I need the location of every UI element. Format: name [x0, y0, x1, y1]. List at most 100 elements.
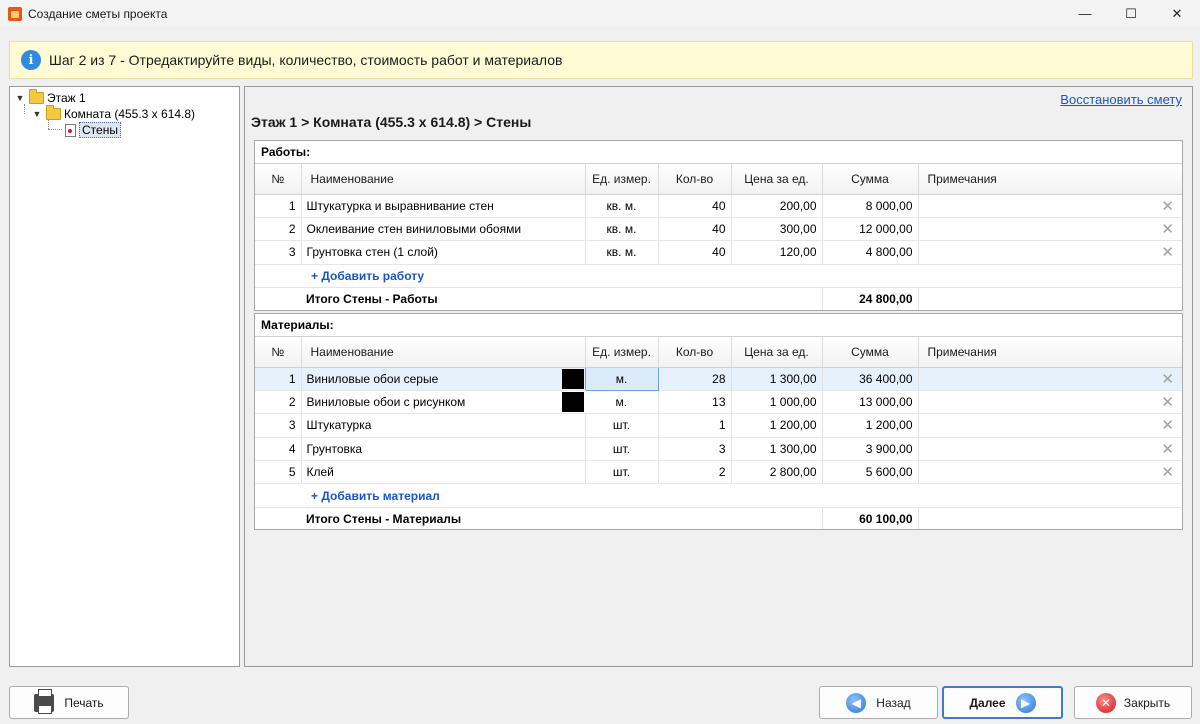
- close-button[interactable]: ✕ Закрыть: [1074, 686, 1192, 719]
- spacer-cell: [255, 288, 301, 310]
- cell-unit[interactable]: кв. м.: [585, 194, 659, 218]
- cell-qty[interactable]: 40: [658, 217, 732, 242]
- cell-unit[interactable]: шт.: [585, 437, 659, 462]
- cell-qty[interactable]: 40: [658, 194, 732, 218]
- table-header: № Наименование Ед. измер. Кол-во Цена за…: [255, 337, 1182, 368]
- cell-price[interactable]: 120,00: [731, 240, 823, 265]
- cell-unit[interactable]: кв. м.: [585, 240, 659, 265]
- next-label: Далее: [969, 695, 1006, 710]
- title-bar: Создание сметы проекта — ☐ ✕: [0, 0, 1200, 27]
- delete-row-icon[interactable]: ✕: [918, 217, 1182, 242]
- table-row[interactable]: 1 Штукатурка и выравнивание стен кв. м. …: [255, 194, 1182, 218]
- delete-row-icon[interactable]: ✕: [918, 460, 1182, 485]
- cell-no: 4: [255, 437, 302, 462]
- table-row[interactable]: 2 Оклеивание стен виниловыми обоями кв. …: [255, 217, 1182, 242]
- col-header-unit[interactable]: Ед. измер.: [585, 337, 659, 368]
- cell-price[interactable]: 300,00: [731, 217, 823, 242]
- works-section: Работы: № Наименование Ед. измер. Кол-во…: [254, 140, 1183, 311]
- col-header-qty[interactable]: Кол-во: [658, 337, 732, 368]
- delete-row-icon[interactable]: ✕: [918, 390, 1182, 415]
- cell-name[interactable]: Оклеивание стен виниловыми обоями: [301, 217, 586, 242]
- delete-row-icon[interactable]: ✕: [918, 194, 1182, 218]
- cell-price[interactable]: 1 300,00: [731, 367, 823, 391]
- cell-price[interactable]: 1 200,00: [731, 413, 823, 438]
- cell-name[interactable]: Клей: [301, 460, 586, 485]
- cell-name[interactable]: Виниловые обои серые: [301, 367, 557, 391]
- cell-unit[interactable]: шт.: [585, 460, 659, 485]
- cell-name[interactable]: Грунтовка стен (1 слой): [301, 240, 586, 265]
- table-row[interactable]: 2 Виниловые обои с рисунком м. 13 1 000,…: [255, 390, 1182, 415]
- cell-qty[interactable]: 13: [658, 390, 732, 415]
- col-header-qty[interactable]: Кол-во: [658, 164, 732, 195]
- close-icon: ✕: [1095, 692, 1116, 713]
- collapse-icon[interactable]: ▼: [15, 93, 25, 103]
- col-header-name[interactable]: Наименование: [301, 337, 586, 368]
- delete-row-icon[interactable]: ✕: [918, 367, 1182, 391]
- cell-sum: 36 400,00: [822, 367, 919, 391]
- spacer-cell: [255, 507, 301, 529]
- col-header-price[interactable]: Цена за ед.: [731, 164, 823, 195]
- document-icon: [65, 123, 76, 137]
- collapse-icon[interactable]: ▼: [32, 109, 42, 119]
- breadcrumb: Этаж 1 > Комната (455.3 x 614.8) > Стены: [251, 114, 532, 130]
- cell-price[interactable]: 2 800,00: [731, 460, 823, 485]
- col-header-notes[interactable]: Примечания: [918, 337, 1182, 368]
- minimize-button[interactable]: —: [1062, 0, 1108, 27]
- cell-qty[interactable]: 3: [658, 437, 732, 462]
- col-header-notes[interactable]: Примечания: [918, 164, 1182, 195]
- cell-sum: 5 600,00: [822, 460, 919, 485]
- table-row[interactable]: 5 Клей шт. 2 2 800,00 5 600,00 ✕: [255, 460, 1182, 485]
- cell-price[interactable]: 200,00: [731, 194, 823, 218]
- cell-price[interactable]: 1 000,00: [731, 390, 823, 415]
- cell-sum: 3 900,00: [822, 437, 919, 462]
- print-button[interactable]: Печать: [9, 686, 129, 719]
- cell-name[interactable]: Грунтовка: [301, 437, 586, 462]
- cell-name[interactable]: Виниловые обои с рисунком: [301, 390, 557, 415]
- maximize-button[interactable]: ☐: [1108, 0, 1154, 27]
- col-header-no[interactable]: №: [255, 337, 302, 368]
- restore-estimate-link[interactable]: Восстановить смету: [1060, 92, 1182, 107]
- add-material-link[interactable]: + Добавить материал: [306, 489, 440, 503]
- cell-qty[interactable]: 28: [658, 367, 732, 391]
- col-header-unit[interactable]: Ед. измер.: [585, 164, 659, 195]
- table-row[interactable]: 3 Грунтовка стен (1 слой) кв. м. 40 120,…: [255, 240, 1182, 265]
- cell-no: 3: [255, 240, 302, 265]
- info-icon: i: [21, 50, 41, 70]
- back-button[interactable]: ◀ Назад: [819, 686, 938, 719]
- tree-item-floor[interactable]: ▼ Этаж 1: [15, 89, 86, 106]
- col-header-name[interactable]: Наименование: [301, 164, 586, 195]
- cell-price[interactable]: 1 300,00: [731, 437, 823, 462]
- table-row[interactable]: 1 Виниловые обои серые м. 28 1 300,00 36…: [255, 366, 1182, 391]
- table-row[interactable]: 4 Грунтовка шт. 3 1 300,00 3 900,00 ✕: [255, 437, 1182, 462]
- total-row: Итого Стены - Работы 24 800,00: [255, 287, 1182, 310]
- add-work-link[interactable]: + Добавить работу: [306, 269, 424, 283]
- cell-qty[interactable]: 2: [658, 460, 732, 485]
- table-row[interactable]: 3 Штукатурка шт. 1 1 200,00 1 200,00 ✕: [255, 413, 1182, 438]
- cell-qty[interactable]: 40: [658, 240, 732, 265]
- cell-sum: 8 000,00: [822, 194, 919, 218]
- cell-name[interactable]: Штукатурка: [301, 413, 586, 438]
- col-header-sum[interactable]: Сумма: [822, 337, 919, 368]
- cell-unit[interactable]: м.: [585, 390, 659, 415]
- window-controls: — ☐ ✕: [1062, 0, 1200, 27]
- close-window-button[interactable]: ✕: [1154, 0, 1200, 27]
- cell-unit[interactable]: шт.: [585, 413, 659, 438]
- delete-row-icon[interactable]: ✕: [918, 437, 1182, 462]
- redaction-block: [562, 368, 584, 389]
- spacer-cell: [918, 507, 1182, 529]
- cell-unit[interactable]: кв. м.: [585, 217, 659, 242]
- cell-qty[interactable]: 1: [658, 413, 732, 438]
- works-total-label: Итого Стены - Работы: [306, 291, 438, 306]
- cell-name[interactable]: Штукатурка и выравнивание стен: [301, 194, 586, 218]
- delete-row-icon[interactable]: ✕: [918, 240, 1182, 265]
- window-title: Создание сметы проекта: [28, 6, 168, 21]
- tree-item-walls[interactable]: Стены: [65, 122, 121, 138]
- cell-unit[interactable]: м.: [584, 366, 659, 391]
- tree-item-room[interactable]: ▼ Комната (455.3 x 614.8): [32, 105, 195, 122]
- app-icon: [8, 6, 22, 21]
- col-header-no[interactable]: №: [255, 164, 302, 195]
- next-button[interactable]: Далее ▶: [942, 686, 1063, 719]
- col-header-sum[interactable]: Сумма: [822, 164, 919, 195]
- delete-row-icon[interactable]: ✕: [918, 413, 1182, 438]
- col-header-price[interactable]: Цена за ед.: [731, 337, 823, 368]
